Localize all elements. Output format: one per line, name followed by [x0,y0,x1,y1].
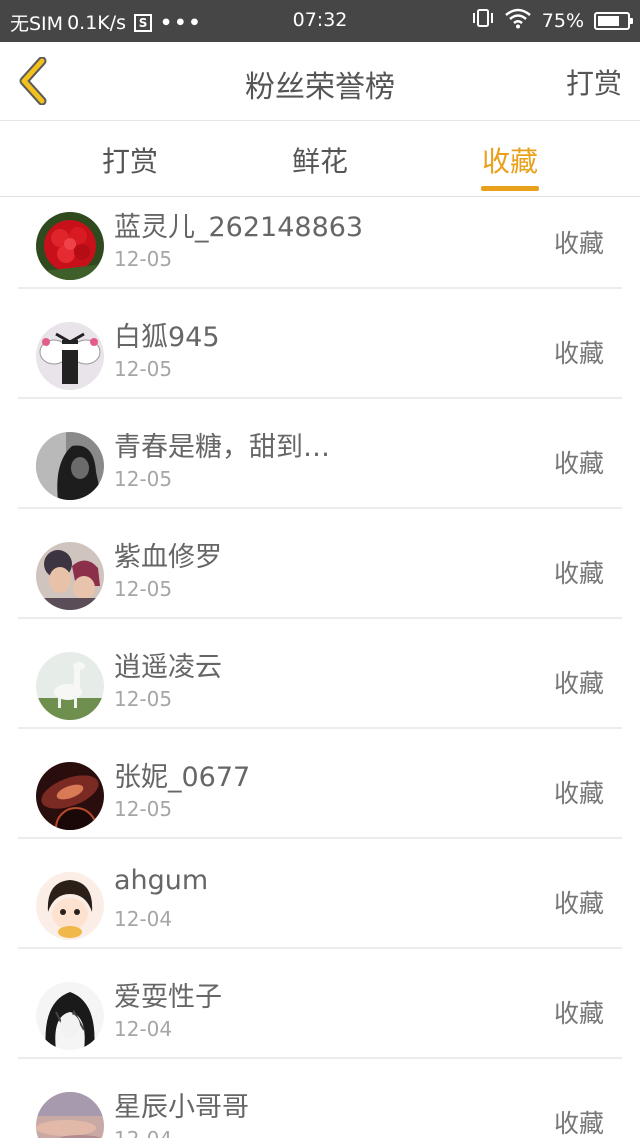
favorite-label: 收藏 [553,339,604,368]
fan-name: 紫血修罗 [114,542,222,573]
chevron-left-icon [19,56,47,106]
favorite-label: 收藏 [553,889,604,918]
list-item[interactable]: 张妮_0677 12-05 收藏 [0,729,640,839]
avatar[interactable] [36,652,104,720]
fan-date: 12-04 [114,1017,173,1041]
sunset-sky-avatar-icon [36,1092,104,1138]
favorite-label: 收藏 [553,559,604,588]
fan-name: 爱耍性子 [114,982,222,1013]
favorite-label: 收藏 [553,229,604,258]
avatar[interactable] [36,872,104,940]
tab-bar: 打赏 鲜花 收藏 [0,121,640,197]
fan-date: 12-05 [114,577,173,601]
list-item[interactable]: 星辰小哥哥 12-04 收藏 [0,1059,640,1138]
list-item[interactable]: 紫血修罗 12-05 收藏 [0,509,640,619]
favorite-label: 收藏 [553,669,604,698]
red-flowers-avatar-icon [36,212,104,280]
status-right: 75% [472,7,633,34]
list-item[interactable]: 逍遥凌云 12-05 收藏 [0,619,640,729]
avatar[interactable] [36,212,104,280]
page-title: 粉丝荣誉榜 [245,70,395,105]
battery-percent: 75% [541,9,584,32]
status-bar: 无SIM 0.1K/s S ••• 07:32 75% [0,0,640,42]
battery-fill [598,15,619,26]
list-item[interactable]: 白狐945 12-05 收藏 [0,289,640,399]
avatar[interactable] [36,982,104,1050]
fan-name: 白狐945 [114,322,220,353]
couple-photo-avatar-icon [36,542,104,610]
fan-name: 星辰小哥哥 [114,1092,249,1123]
back-button[interactable] [14,56,54,106]
favorite-label: 收藏 [553,449,604,478]
avatar[interactable] [36,1092,104,1138]
avatar[interactable] [36,542,104,610]
avatar[interactable] [36,432,104,500]
fan-date: 12-05 [114,357,173,381]
hello-kitty-avatar-icon [36,322,104,390]
fan-date: 12-04 [114,1127,172,1138]
favorite-label: 收藏 [553,1109,604,1138]
fan-date: 12-05 [114,797,173,821]
reward-button[interactable]: 打赏 [566,62,622,102]
status-left: 无SIM 0.1K/s S ••• [10,9,202,36]
active-tab-indicator [481,186,539,191]
title-bar: 粉丝荣誉榜 打赏 [0,42,640,121]
fan-date: 12-05 [114,247,173,271]
more-notifications-icon: ••• [160,11,203,34]
fan-name: 青春是糖，甜到… [114,432,330,463]
network-speed: 0.1K/s [67,11,127,34]
cartoon-girl-avatar-icon [36,872,104,940]
fan-date: 12-05 [114,467,173,491]
fan-date: 12-05 [114,687,173,711]
battery-icon [594,11,633,30]
carrier-text: 无SIM [10,13,64,35]
list-item[interactable]: 爱耍性子 12-04 收藏 [0,949,640,1059]
fan-name: 张妮_0677 [114,762,251,793]
fan-list[interactable]: 蓝灵儿_262148863 12-05 收藏 白狐945 12-05 收藏 青春… [0,197,640,1138]
fan-name: ahgum [114,865,209,896]
list-item[interactable]: 蓝灵儿_262148863 12-05 收藏 [0,197,640,289]
galaxy-planet-avatar-icon [36,762,104,830]
avatar[interactable] [36,762,104,830]
screenshot-s-icon: S [134,13,153,32]
alpaca-avatar-icon [36,652,104,720]
vibrate-icon [472,8,494,33]
wifi-icon [504,7,532,34]
fan-date: 12-04 [114,907,173,931]
fan-name: 蓝灵儿_262148863 [114,212,364,243]
list-item[interactable]: 青春是糖，甜到… 12-05 收藏 [0,399,640,509]
list-item[interactable]: ahgum 12-04 收藏 [0,839,640,949]
favorite-label: 收藏 [553,999,604,1028]
anime-sketch-avatar-icon [36,982,104,1050]
tab-reward[interactable]: 打赏 [70,140,190,180]
dark-portrait-avatar-icon [36,432,104,500]
tab-flowers[interactable]: 鲜花 [260,140,380,180]
avatar[interactable] [36,322,104,390]
tab-favorites[interactable]: 收藏 [450,140,570,180]
fan-name: 逍遥凌云 [114,652,222,683]
favorite-label: 收藏 [553,779,604,808]
